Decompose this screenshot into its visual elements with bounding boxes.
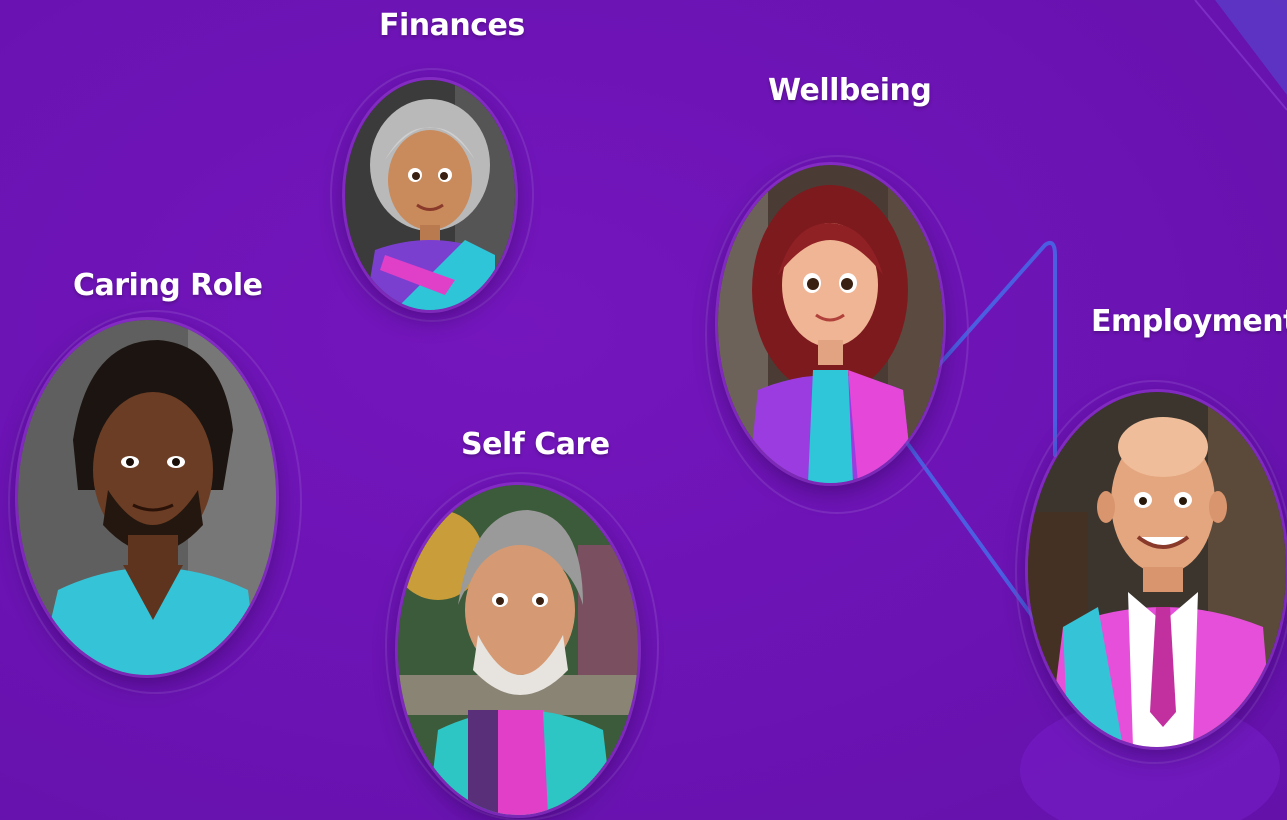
caring-role-label: Caring Role: [73, 268, 263, 303]
topics-canvas: Finances Wellbeing Caring Role Self Care…: [0, 0, 1287, 820]
bald-man-avatar[interactable]: [1028, 392, 1286, 747]
dreadlocked-man-avatar[interactable]: [18, 320, 276, 675]
red-haired-woman-avatar[interactable]: [718, 165, 943, 483]
wellbeing-label: Wellbeing: [768, 73, 932, 108]
elderly-woman-avatar[interactable]: [345, 80, 515, 310]
bearded-older-man-avatar[interactable]: [398, 485, 638, 815]
employment-label: Employment: [1091, 304, 1287, 339]
finances-label: Finances: [379, 8, 525, 43]
self-care-label: Self Care: [461, 427, 610, 462]
